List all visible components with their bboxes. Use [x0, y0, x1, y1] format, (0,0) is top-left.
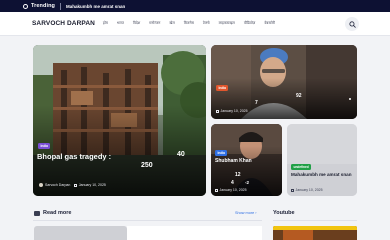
nav-item-entertainment[interactable]: मनोरंजन: [149, 21, 160, 26]
divider: [60, 2, 62, 10]
nav-item-tech[interactable]: टेक्नो: [203, 21, 210, 26]
divider: [33, 220, 262, 221]
search-button[interactable]: [345, 17, 359, 31]
nav-item-india[interactable]: भारत: [117, 21, 124, 26]
chevron-right-icon: ›: [255, 211, 257, 215]
article-meta: Sarvoch Darpan January 10, 2025: [39, 183, 106, 187]
headline-number: 4: [231, 180, 234, 186]
trending-bar: Trending Mahakumbh me amrat snan: [0, 0, 390, 12]
trending-icon: [23, 3, 28, 9]
show-more-label: Show more: [235, 211, 255, 215]
youtube-heading: Youtube: [273, 210, 295, 216]
publish-date: January 10, 2025: [78, 183, 106, 187]
read-more-heading: Read more: [43, 210, 72, 216]
publish-date: January 10, 2025: [220, 109, 248, 113]
read-more-card-image[interactable]: [34, 226, 127, 240]
publish-date: January 10, 2025: [295, 188, 323, 192]
headline-number: 7: [255, 100, 258, 106]
nav-item-sports[interactable]: खेल: [169, 21, 174, 26]
nav-item-world[interactable]: विदेश: [133, 21, 140, 26]
category-badge[interactable]: India: [38, 143, 51, 149]
video-still: [283, 230, 313, 240]
nav-item-business[interactable]: बिजनेस: [184, 21, 194, 26]
nav-item-home[interactable]: होम: [103, 21, 108, 26]
scroll-dot: [349, 98, 351, 100]
trending-headline-link[interactable]: Mahakumbh me amrat snan: [66, 4, 125, 9]
site-logo[interactable]: SARVOCH DARPAN: [32, 20, 95, 27]
site-header: SARVOCH DARPAN होम भारत विदेश मनोरंजन खे…: [0, 12, 390, 36]
headline[interactable]: Bhopal gas tragedy :: [37, 152, 111, 161]
read-more-card-text: [127, 226, 262, 240]
featured-news-card[interactable]: India Bhopal gas tragedy : 40 250 Sarvoc…: [33, 45, 206, 196]
article-meta: January 10, 2025: [216, 109, 248, 113]
main-nav: होम भारत विदेश मनोरंजन खेल बिजनेस टेक्नो…: [103, 21, 284, 26]
news-card[interactable]: India Shubham Khan 12 4 -2 January 10, 2…: [211, 124, 282, 196]
article-meta: January 10, 2025: [291, 188, 323, 192]
youtube-video-thumbnail[interactable]: [273, 226, 357, 240]
category-badge[interactable]: undefined: [291, 164, 312, 170]
author-avatar: [39, 183, 43, 187]
read-more-icon: [34, 211, 40, 216]
headline-number: -2: [245, 180, 250, 185]
article-meta: January 10, 2025: [215, 188, 247, 192]
category-badge[interactable]: India: [215, 150, 228, 156]
nav-item-videos[interactable]: वीडियोज़: [244, 21, 255, 26]
news-card[interactable]: India 92 7 January 10, 2025: [211, 45, 357, 119]
headline-number: 250: [141, 162, 153, 169]
category-badge[interactable]: India: [216, 85, 229, 91]
placeholder-image: [287, 124, 357, 196]
calendar-icon: [215, 188, 218, 192]
headline[interactable]: Shubham Khan: [215, 158, 252, 164]
headline-number: 12: [235, 172, 241, 178]
author-name[interactable]: Sarvoch Darpan: [45, 183, 70, 187]
news-card[interactable]: undefined Mahakumbh me amrat snan Januar…: [287, 124, 357, 196]
divider: [273, 220, 357, 221]
calendar-icon: [216, 109, 219, 113]
headline-number: 40: [177, 151, 185, 158]
headline-number: 92: [296, 93, 302, 99]
publish-date: January 10, 2025: [219, 188, 247, 192]
nav-item-webstory[interactable]: वेबस्टोरी: [264, 21, 275, 26]
headline[interactable]: Mahakumbh me amrat snan: [291, 172, 355, 178]
search-icon: [348, 20, 356, 28]
calendar-icon: [291, 188, 294, 192]
calendar-icon: [74, 183, 78, 187]
trending-label: Trending: [31, 3, 56, 9]
show-more-link[interactable]: Show more ›: [235, 211, 257, 215]
nav-item-lifestyle[interactable]: लाइफस्टाइल: [219, 21, 235, 26]
